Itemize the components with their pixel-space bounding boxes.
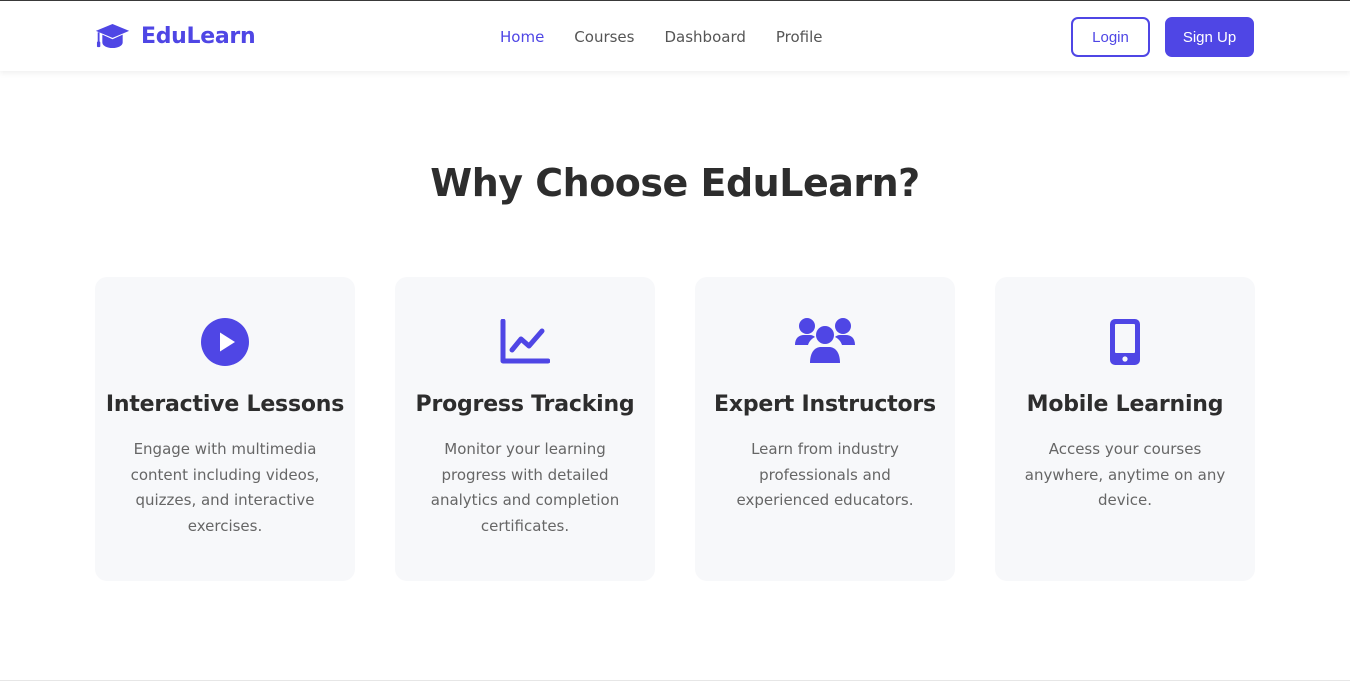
brand-name: EduLearn [141, 23, 256, 49]
nav-link-profile[interactable]: Profile [776, 26, 823, 48]
feature-description: Engage with multimedia content including… [130, 440, 320, 535]
feature-description: Learn from industry professionals and ex… [736, 440, 914, 509]
users-icon [795, 317, 855, 367]
nav-item-courses: Courses [574, 26, 634, 48]
feature-description: Monitor your learning progress with deta… [430, 440, 620, 535]
feature-card-expert-instructors: Expert Instructors Learn from industry p… [695, 277, 955, 581]
line-chart-icon [500, 317, 550, 367]
feature-title: Progress Tracking [415, 392, 635, 417]
nav-link-home[interactable]: Home [500, 26, 544, 48]
feature-title: Mobile Learning [1026, 392, 1224, 417]
nav-item-home: Home [500, 26, 544, 48]
login-button[interactable]: Login [1071, 17, 1150, 57]
brand-logo-link[interactable]: EduLearn [94, 21, 256, 51]
nav-item-dashboard: Dashboard [664, 26, 745, 48]
navbar: EduLearn Home Courses Dashboard Profile … [0, 1, 1350, 71]
feature-description: Access your courses anywhere, anytime on… [1024, 440, 1226, 509]
feature-card-mobile-learning: Mobile Learning Access your courses anyw… [995, 277, 1255, 581]
mobile-phone-icon [1108, 317, 1142, 367]
feature-cards: Interactive Lessons Engage with multimed… [95, 277, 1255, 581]
feature-title: Expert Instructors [714, 392, 936, 417]
feature-card-progress-tracking: Progress Tracking Monitor your learning … [395, 277, 655, 581]
main-nav: Home Courses Dashboard Profile [500, 26, 823, 48]
nav-item-profile: Profile [776, 26, 823, 48]
graduation-cap-icon [94, 22, 131, 50]
nav-link-dashboard[interactable]: Dashboard [664, 26, 745, 48]
feature-card-interactive-lessons: Interactive Lessons Engage with multimed… [95, 277, 355, 581]
play-circle-icon [201, 317, 249, 367]
sign-up-button[interactable]: Sign Up [1165, 17, 1254, 57]
nav-link-courses[interactable]: Courses [574, 26, 634, 48]
section-title: Why Choose EduLearn? [430, 161, 920, 205]
feature-title: Interactive Lessons [105, 392, 345, 417]
